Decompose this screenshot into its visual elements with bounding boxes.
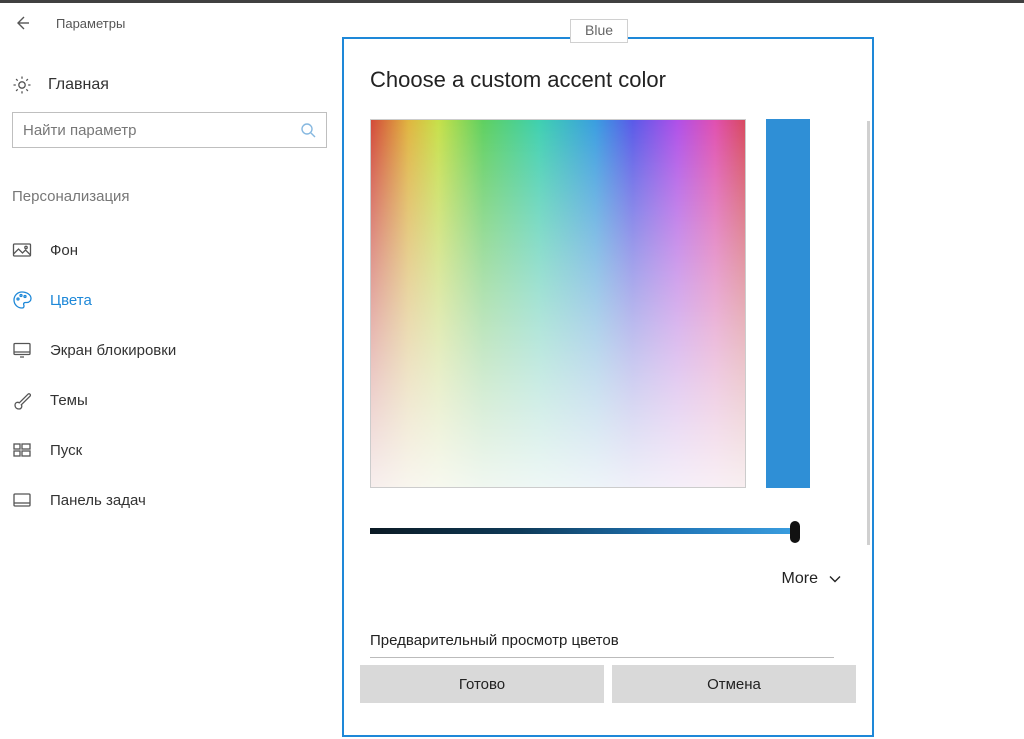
titlebar: Параметры <box>0 3 125 43</box>
sidebar-item-label: Темы <box>50 392 88 409</box>
done-button[interactable]: Готово <box>360 665 604 703</box>
start-tiles-icon <box>12 440 32 460</box>
sidebar-item-colors[interactable]: Цвета <box>0 275 330 325</box>
monitor-icon <box>12 340 32 360</box>
sidebar-item-label: Пуск <box>50 442 82 459</box>
palette-icon <box>12 290 32 310</box>
brush-icon <box>12 390 32 410</box>
sidebar-item-label: Панель задач <box>50 492 146 509</box>
sidebar-item-label: Экран блокировки <box>50 342 176 359</box>
search-box[interactable] <box>12 112 327 148</box>
more-label: More <box>782 570 818 588</box>
sidebar-item-lockscreen[interactable]: Экран блокировки <box>0 325 330 375</box>
value-slider[interactable] <box>370 522 796 540</box>
sidebar-item-taskbar[interactable]: Панель задач <box>0 475 330 525</box>
arrow-left-icon <box>14 15 30 31</box>
picture-icon <box>12 240 32 260</box>
section-heading: Персонализация <box>12 188 130 205</box>
window-top-border <box>0 0 1024 3</box>
color-preview-heading: Предварительный просмотр цветов <box>370 632 834 658</box>
taskbar-icon <box>12 490 32 510</box>
value-slider-track <box>370 528 796 534</box>
accent-color-dialog: Choose a custom accent color More Предва… <box>342 37 874 737</box>
search-icon <box>300 122 316 138</box>
back-button[interactable] <box>0 3 44 43</box>
sidebar-nav: Фон Цвета Экран блокировки Темы <box>0 225 330 525</box>
more-toggle[interactable]: More <box>370 570 846 588</box>
color-field[interactable] <box>370 119 746 488</box>
sidebar-item-start[interactable]: Пуск <box>0 425 330 475</box>
color-preview-swatch <box>766 119 810 488</box>
gear-icon <box>12 75 32 95</box>
search-input[interactable] <box>23 122 300 139</box>
window-title: Параметры <box>56 16 125 31</box>
sidebar-item-label: Фон <box>50 242 78 259</box>
sidebar-item-themes[interactable]: Темы <box>0 375 330 425</box>
home-label: Главная <box>48 76 109 94</box>
sidebar-item-label: Цвета <box>50 292 92 309</box>
chevron-down-icon <box>828 572 842 586</box>
sidebar-item-background[interactable]: Фон <box>0 225 330 275</box>
color-name-tooltip: Blue <box>570 19 628 43</box>
dialog-title: Choose a custom accent color <box>370 67 846 93</box>
home-nav-item[interactable]: Главная <box>12 60 109 110</box>
cancel-button[interactable]: Отмена <box>612 665 856 703</box>
value-slider-thumb[interactable] <box>790 521 800 543</box>
